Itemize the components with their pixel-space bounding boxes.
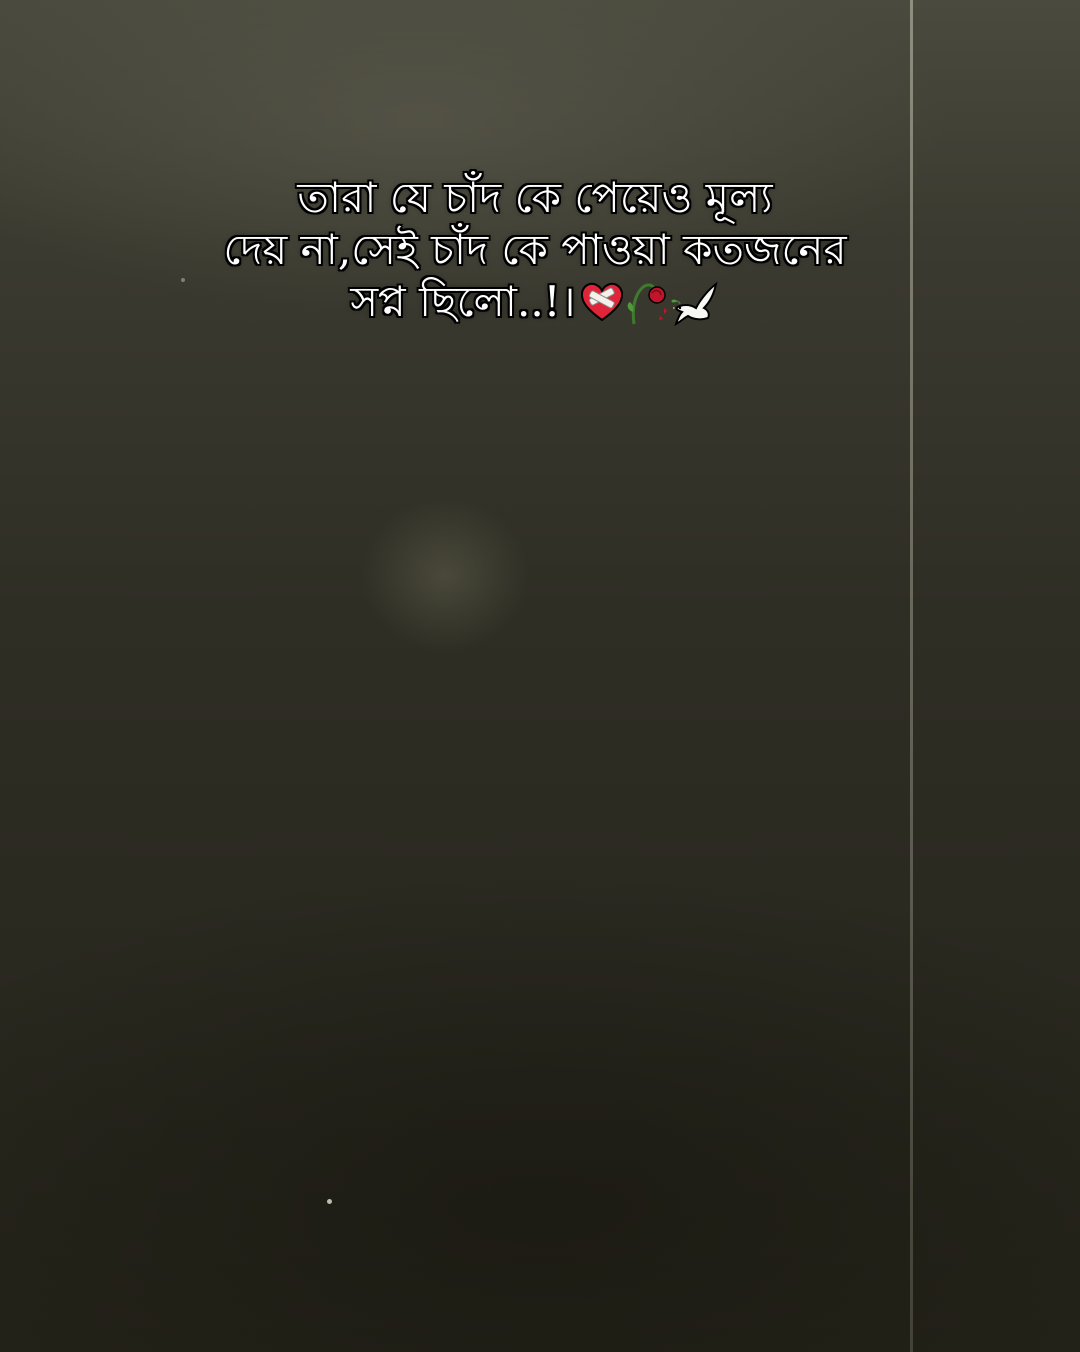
caption-line-3: সপ্ন ছিলো..!।: [120, 276, 950, 328]
light-speck: [327, 1199, 332, 1204]
caption-line-1: তারা যে চাঁদ কে পেয়েও মূল্য: [297, 173, 773, 222]
mending-heart-icon: [580, 282, 624, 322]
caption-line-2: দেয় না,সেই চাঁদ কে পাওয়া কতজনের: [223, 225, 847, 274]
dove-icon: [670, 280, 720, 326]
bokeh-lights: [0, 950, 1080, 1352]
quote-caption: তারা যে চাঁদ কে পেয়েও মূল্য দেয় না,সেই…: [120, 172, 950, 328]
caption-line-3-text: সপ্ন ছিলো..!।: [350, 277, 576, 326]
photo-background: তারা যে চাঁদ কে পেয়েও মূল্য দেয় না,সেই…: [0, 0, 1080, 1352]
wilted-rose-icon: [624, 278, 670, 326]
